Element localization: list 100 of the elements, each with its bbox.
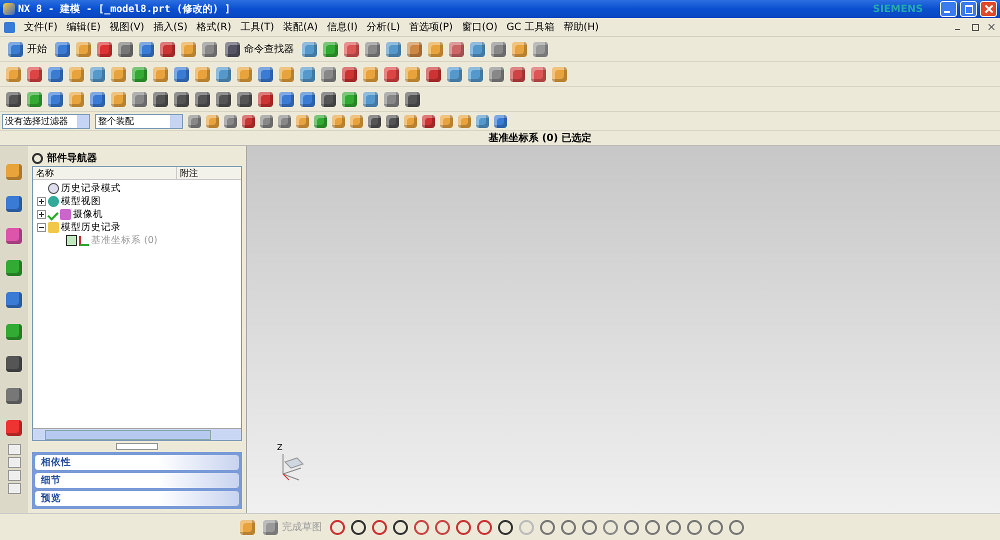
tool-icon[interactable]	[132, 66, 147, 82]
tool-icon[interactable]	[447, 66, 462, 82]
tool-icon[interactable]	[139, 42, 154, 56]
column-header[interactable]: 名称	[33, 167, 177, 179]
tool-icon[interactable]	[300, 66, 315, 82]
panel-header[interactable]: 预览	[35, 491, 239, 506]
tool-icon[interactable]	[321, 66, 336, 82]
tool-icon[interactable]	[6, 92, 21, 106]
sketch-tool-icon[interactable]	[351, 520, 366, 534]
menu-item[interactable]: 视图(V)	[110, 20, 144, 34]
tool-icon[interactable]	[531, 66, 546, 82]
menu-item[interactable]: 工具(T)	[240, 20, 274, 34]
tool-icon[interactable]	[342, 92, 357, 106]
menu-item[interactable]: 插入(S)	[153, 20, 188, 34]
app-menu-icon[interactable]	[4, 22, 15, 32]
tree-item[interactable]: 模型历史记录	[61, 221, 121, 234]
tool-icon[interactable]	[365, 42, 380, 56]
tool-icon[interactable]	[48, 66, 63, 82]
tool-icon[interactable]	[27, 66, 42, 82]
tool-icon[interactable]	[426, 66, 441, 82]
tool-icon[interactable]	[344, 42, 359, 56]
menu-item[interactable]: 装配(A)	[283, 20, 318, 34]
tool-icon[interactable]	[302, 42, 317, 56]
tool-icon[interactable]	[242, 114, 255, 128]
menu-item[interactable]: 分析(L)	[366, 20, 400, 34]
close-button[interactable]	[980, 1, 997, 17]
tool-icon[interactable]	[384, 66, 399, 82]
tool-icon[interactable]	[202, 42, 217, 56]
tool-icon[interactable]	[224, 114, 237, 128]
tool-icon[interactable]	[118, 42, 133, 56]
tool-icon[interactable]	[368, 114, 381, 128]
tool-icon[interactable]	[491, 42, 506, 56]
tool-icon[interactable]	[342, 66, 357, 82]
navigator-tab-icon[interactable]	[6, 292, 22, 308]
tool-icon[interactable]	[363, 92, 378, 106]
tool-icon[interactable]	[476, 114, 489, 128]
sketch-tool-icon[interactable]	[393, 520, 408, 534]
tool-icon[interactable]	[489, 66, 504, 82]
restore-button[interactable]	[960, 1, 977, 17]
panel-header[interactable]: 细节	[35, 473, 239, 488]
tool-icon[interactable]	[422, 114, 435, 128]
tool-icon[interactable]	[407, 42, 422, 56]
navigator-tab-icon[interactable]	[6, 324, 22, 340]
tool-icon[interactable]	[132, 92, 147, 106]
tool-icon[interactable]	[386, 114, 399, 128]
tool-icon[interactable]	[278, 114, 291, 128]
tool-icon[interactable]	[494, 114, 507, 128]
navigator-tab-icon[interactable]	[6, 356, 22, 372]
menu-item[interactable]: 信息(I)	[326, 20, 358, 34]
close-doc-icon[interactable]	[988, 23, 996, 31]
splitter-handle[interactable]	[116, 443, 158, 450]
collapse-icon[interactable]	[37, 223, 46, 232]
panel-header[interactable]: 相依性	[35, 455, 239, 470]
start-button[interactable]: 开始	[6, 42, 49, 56]
sketch-icon[interactable]	[240, 520, 255, 534]
filter-dropdown[interactable]: 没有选择过滤器	[2, 114, 90, 128]
tool-icon[interactable]	[195, 92, 210, 106]
menu-item[interactable]: 编辑(E)	[66, 20, 101, 34]
tool-icon[interactable]	[510, 66, 525, 82]
tool-icon[interactable]	[90, 66, 105, 82]
tool-icon[interactable]	[216, 66, 231, 82]
tool-icon[interactable]	[160, 42, 175, 56]
expand-icon[interactable]	[37, 197, 46, 206]
navigator-tab-icon[interactable]	[6, 228, 22, 244]
tool-icon[interactable]	[237, 92, 252, 106]
tool-icon[interactable]	[314, 114, 327, 128]
navigator-tab-icon[interactable]	[6, 420, 22, 436]
column-header[interactable]: 附注	[177, 167, 198, 179]
menu-item[interactable]: 窗口(O)	[462, 20, 498, 34]
filter-dropdown[interactable]: 整个装配	[95, 114, 183, 128]
tool-icon[interactable]	[174, 66, 189, 82]
tool-icon[interactable]	[27, 92, 42, 106]
tool-icon[interactable]	[323, 42, 338, 56]
tool-icon[interactable]	[153, 92, 168, 106]
tool-icon[interactable]	[97, 42, 112, 56]
tool-icon[interactable]	[260, 114, 273, 128]
tool-icon[interactable]	[468, 66, 483, 82]
tool-icon[interactable]	[321, 92, 336, 106]
restore-doc-icon[interactable]	[971, 23, 979, 31]
menu-item[interactable]: 首选项(P)	[408, 20, 453, 34]
menu-item[interactable]: 帮助(H)	[563, 20, 599, 34]
tree-item[interactable]: 摄像机	[73, 208, 103, 221]
tool-icon[interactable]	[55, 42, 70, 56]
tool-icon[interactable]	[258, 92, 273, 106]
tool-icon[interactable]	[48, 92, 63, 106]
graphics-viewport[interactable]: Z	[247, 146, 1000, 513]
tool-icon[interactable]	[216, 92, 231, 106]
tool-icon[interactable]	[279, 92, 294, 106]
tool-icon[interactable]	[90, 92, 105, 106]
command-finder-button[interactable]: 命令查找器	[223, 42, 296, 56]
tool-icon[interactable]	[405, 92, 420, 106]
menu-item[interactable]: 格式(R)	[196, 20, 232, 34]
tool-icon[interactable]	[533, 42, 548, 56]
tool-icon[interactable]	[300, 92, 315, 106]
tool-icon[interactable]	[188, 114, 201, 128]
tool-icon[interactable]	[386, 42, 401, 56]
tree-item[interactable]: 历史记录模式	[61, 182, 121, 195]
navigator-tab-icon[interactable]	[6, 388, 22, 404]
menu-item[interactable]: 文件(F)	[24, 20, 58, 34]
minimize-button[interactable]	[940, 1, 957, 17]
